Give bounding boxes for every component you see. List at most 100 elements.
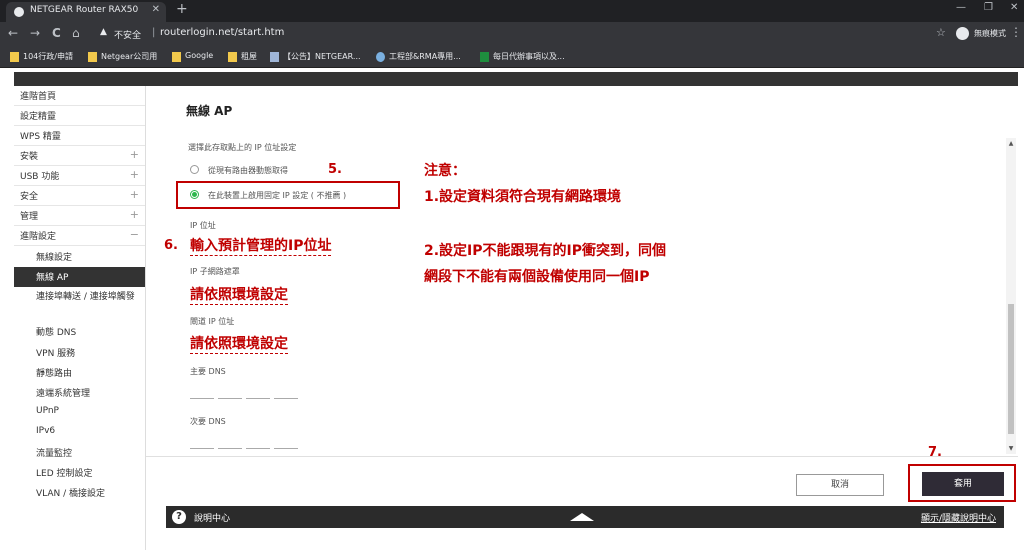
step-6-annotation: 6. (164, 238, 178, 253)
primary-dns-octet-2[interactable] (218, 398, 242, 399)
primary-dns-octet-3[interactable] (246, 398, 270, 399)
secondary-dns-octet-1[interactable] (190, 448, 214, 449)
security-label: 不安全 (114, 31, 142, 41)
note-1: 1.設定資料須符合現有網路環境 (424, 189, 622, 205)
cancel-button[interactable]: 取消 (796, 474, 884, 496)
globe-icon (376, 52, 385, 62)
secondary-dns-label: 次要 DNS (190, 417, 226, 426)
bookmarks-bar: 104行政/申請 Netgear公司用 Google 租屋 【公告】NETGEA… (0, 46, 1024, 68)
sidebar-sub-static-routes[interactable]: 靜態路由 (14, 363, 145, 383)
sidebar-sub-label: LED 控制設定 (36, 469, 93, 479)
browser-menu-icon[interactable]: ⋮ (1010, 25, 1022, 39)
bookmark-label: Google (185, 51, 214, 60)
close-window-icon[interactable]: ✕ (1010, 2, 1018, 13)
sidebar-sub-label: UPnP (36, 406, 59, 416)
step-7-annotation: 7. (928, 445, 942, 460)
sidebar-sub-label: VLAN / 橋接設定 (36, 489, 106, 499)
restore-icon[interactable]: ❐ (984, 2, 993, 13)
sidebar-item-label: USB 功能 (20, 172, 60, 182)
sidebar-item-setup[interactable]: 安裝 + (14, 146, 145, 166)
secondary-dns-octet-4[interactable] (274, 448, 298, 449)
collapse-icon[interactable]: − (130, 228, 139, 241)
tab-close-icon[interactable]: ✕ (152, 4, 160, 15)
sidebar-sub-port-forwarding[interactable]: 連接埠轉送 / 連接埠觸發 (14, 289, 145, 319)
expand-icon[interactable]: + (130, 188, 139, 201)
minimize-icon[interactable]: — (956, 2, 966, 13)
sidebar-sub-label: 連接埠轉送 / 連接埠觸發 (36, 292, 135, 302)
ip-address-label: IP 位址 (190, 221, 216, 230)
primary-dns-octet-1[interactable] (190, 398, 214, 399)
help-icon[interactable]: ? (172, 510, 186, 524)
subnet-mask-hint: 請依照環境設定 (190, 284, 288, 305)
forward-icon[interactable]: → (30, 26, 40, 40)
sidebar-sub-label: 動態 DNS (36, 328, 77, 338)
scroll-thumb[interactable] (1008, 304, 1014, 434)
browser-tab-bar: NETGEAR Router RAX50 ✕ + — ❐ ✕ (0, 0, 1024, 22)
radio-dynamic-ip[interactable] (190, 165, 199, 174)
sidebar-sub-ipv6[interactable]: IPv6 (14, 423, 145, 443)
sidebar-item-label: 安全 (20, 192, 39, 202)
expand-icon[interactable]: + (130, 208, 139, 221)
note-2-line-1: 2.設定IP不能跟現有的IP衝突到，同個 (424, 243, 666, 259)
sidebar-sub-remote-management[interactable]: 遠端系統管理 (14, 383, 145, 403)
bookmark-star-icon[interactable]: ☆ (936, 26, 946, 39)
scroll-up-icon[interactable]: ▲ (1006, 140, 1016, 147)
apply-button[interactable]: 套用 (922, 472, 1004, 496)
main-panel: 無線 AP 選擇此存取點上的 IP 位址設定 從現有路由器動態取得 5. 在此裝… (146, 86, 1018, 550)
folder-icon (88, 52, 97, 62)
sidebar-sub-upnp[interactable]: UPnP (14, 403, 145, 423)
expand-help-arrow-icon[interactable] (570, 513, 594, 521)
help-center-label: 說明中心 (194, 514, 231, 524)
bookmark-label: 工程部&RMA專用... (389, 52, 461, 61)
sidebar-item-label: 進階設定 (20, 232, 57, 242)
help-center-bar: ? 說明中心 顯示/隱藏說明中心 (166, 506, 1004, 528)
sidebar-item-usb[interactable]: USB 功能 + (14, 166, 145, 186)
reload-icon[interactable]: C (52, 26, 61, 40)
url-field[interactable]: ▲ 不安全 | routerlogin.net/start.htm ☆ (88, 25, 946, 43)
radio-static-ip[interactable] (190, 190, 199, 199)
sidebar-item-setup-wizard[interactable]: 設定精靈 (14, 106, 145, 126)
url-text[interactable]: routerlogin.net/start.htm (160, 27, 284, 38)
note-2-line-2: 網段下不能有兩個設備使用同一個IP (424, 269, 650, 285)
step-5-annotation: 5. (328, 162, 342, 177)
action-bar: 取消 7. 套用 (146, 445, 1018, 506)
page-icon (270, 52, 279, 62)
toggle-help-link[interactable]: 顯示/隱藏說明中心 (921, 511, 996, 524)
sidebar-sub-dynamic-dns[interactable]: 動態 DNS (14, 322, 145, 342)
sidebar-sub-label: 無線 AP (36, 273, 69, 283)
note-title: 注意： (424, 163, 466, 179)
tab-title: NETGEAR Router RAX50 (30, 5, 139, 15)
expand-icon[interactable]: + (130, 148, 139, 161)
sidebar-item-label: WPS 精靈 (20, 132, 61, 142)
url-separator: | (152, 27, 156, 38)
sidebar-sub-wireless-settings[interactable]: 無線設定 (14, 247, 145, 267)
incognito-label: 無痕模式 (974, 29, 1006, 38)
sidebar-item-advanced-setup[interactable]: 進階設定 − (14, 226, 145, 246)
sidebar-sub-wireless-ap[interactable]: 無線 AP (14, 267, 145, 287)
sidebar-item-advanced-home[interactable]: 進階首頁 (14, 86, 145, 106)
sidebar-item-administration[interactable]: 管理 + (14, 206, 145, 226)
expand-icon[interactable]: + (130, 168, 139, 181)
browser-tab[interactable]: NETGEAR Router RAX50 ✕ (6, 2, 166, 22)
content-scrollbar[interactable]: ▲ ▼ (1006, 138, 1016, 454)
subnet-mask-label: IP 子網路遮罩 (190, 267, 240, 276)
sidebar-sub-traffic-meter[interactable]: 流量監控 (14, 443, 145, 463)
secondary-dns-octet-3[interactable] (246, 448, 270, 449)
sidebar-sub-vpn[interactable]: VPN 服務 (14, 343, 145, 363)
sidebar-item-wps-wizard[interactable]: WPS 精靈 (14, 126, 145, 146)
sidebar-sub-led-control[interactable]: LED 控制設定 (14, 463, 145, 483)
warning-icon: ▲ (100, 27, 107, 37)
incognito-icon[interactable] (956, 27, 969, 40)
home-icon[interactable]: ⌂ (72, 26, 80, 40)
secondary-dns-octet-2[interactable] (218, 448, 242, 449)
primary-dns-label: 主要 DNS (190, 367, 226, 376)
primary-dns-octet-4[interactable] (274, 398, 298, 399)
back-icon[interactable]: ← (8, 26, 18, 40)
sidebar-item-security[interactable]: 安全 + (14, 186, 145, 206)
sidebar-sub-vlan-bridge[interactable]: VLAN / 橋接設定 (14, 483, 145, 503)
new-tab-button[interactable]: + (176, 1, 188, 17)
sidebar-sub-label: 靜態路由 (36, 369, 73, 379)
scroll-down-icon[interactable]: ▼ (1006, 445, 1016, 452)
sidebar-item-label: 設定精靈 (20, 112, 57, 122)
radio-dynamic-label: 從現有路由器動態取得 (208, 166, 288, 175)
